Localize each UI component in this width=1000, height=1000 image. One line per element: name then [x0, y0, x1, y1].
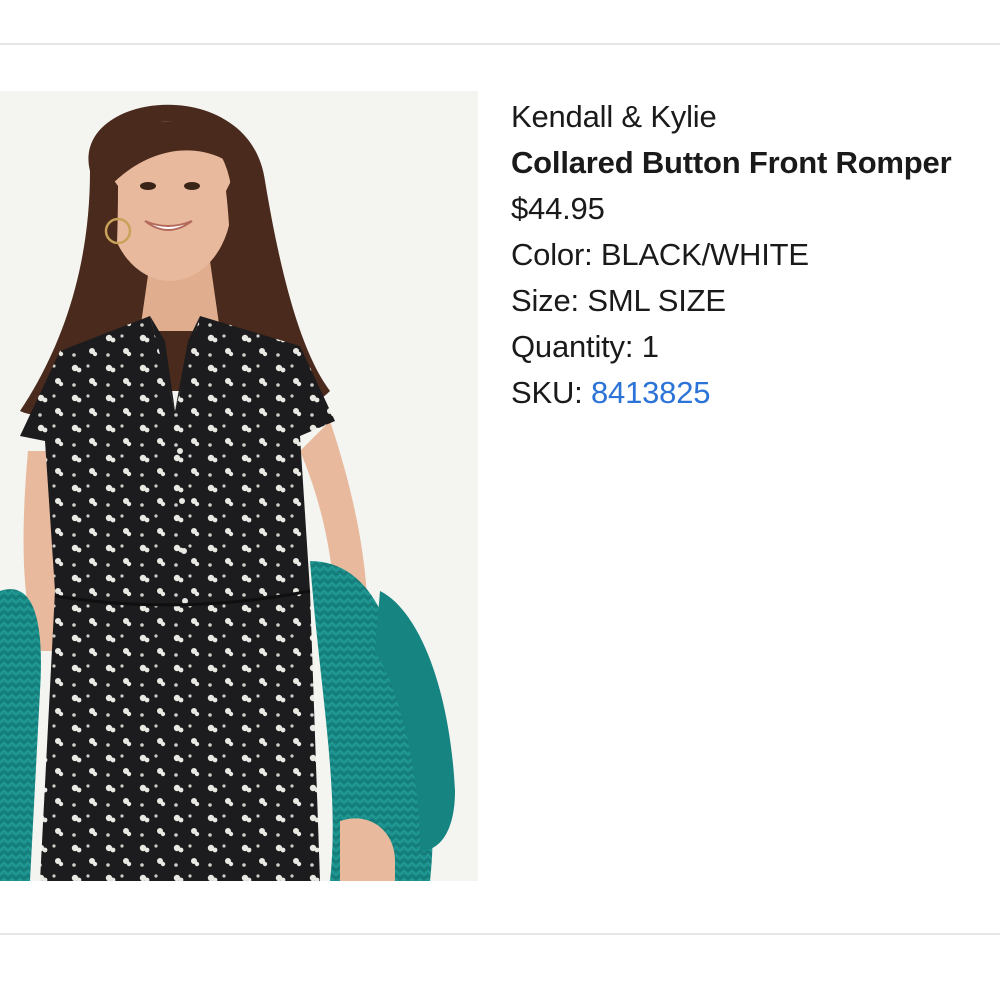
color-value: BLACK/WHITE — [600, 237, 809, 272]
product-photo-icon — [0, 91, 478, 881]
color-label: Color: — [511, 237, 593, 272]
sku-label: SKU: — [511, 375, 583, 410]
brand-name: Kendall & Kylie — [511, 99, 717, 134]
quantity-label: Quantity: — [511, 329, 634, 364]
product-image[interactable] — [0, 91, 478, 881]
color-row: Color: BLACK/WHITE — [511, 232, 991, 278]
size-label: Size: — [511, 283, 579, 318]
size-value: SML SIZE — [587, 283, 726, 318]
sku-link[interactable]: 8413825 — [591, 375, 710, 410]
top-divider — [0, 43, 1000, 45]
product-price: $44.95 — [511, 191, 605, 226]
size-row: Size: SML SIZE — [511, 278, 991, 324]
product-name[interactable]: Collared Button Front Romper — [511, 140, 991, 186]
sku-row: SKU: 8413825 — [511, 370, 991, 416]
order-item-page: Kendall & Kylie Collared Button Front Ro… — [0, 0, 1000, 1000]
bottom-divider — [0, 933, 1000, 935]
quantity-row: Quantity: 1 — [511, 324, 991, 370]
quantity-value: 1 — [641, 329, 659, 364]
product-details: Kendall & Kylie Collared Button Front Ro… — [511, 94, 991, 416]
